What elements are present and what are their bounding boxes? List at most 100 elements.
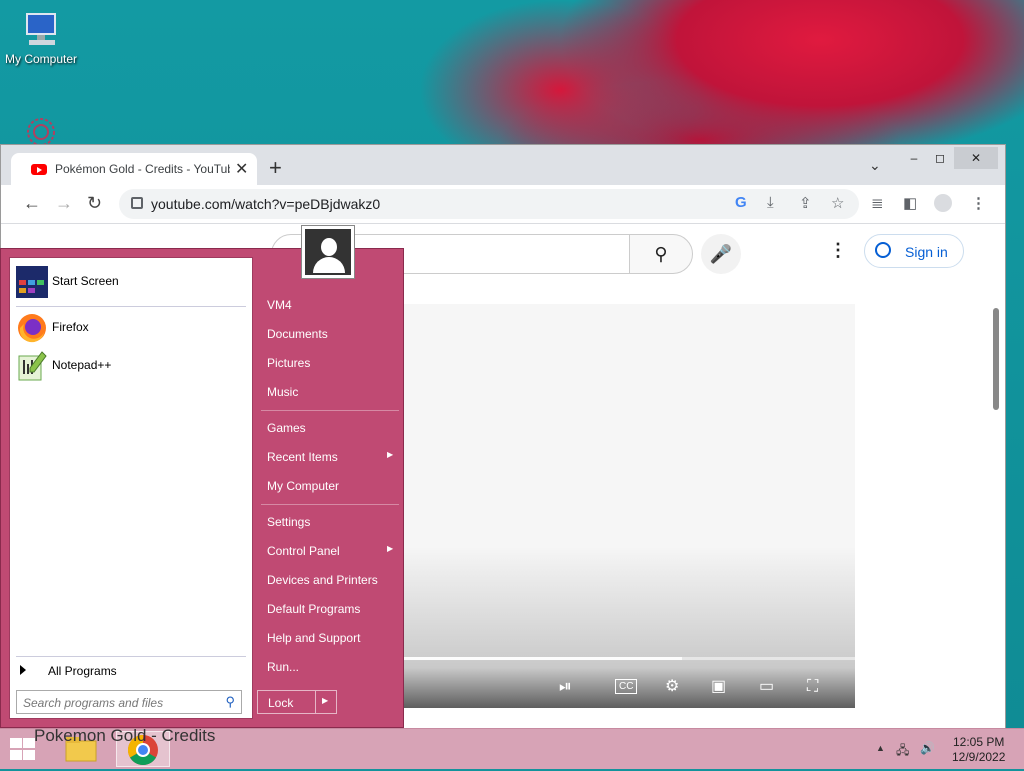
browser-toolbar: ← → ↻ youtube.com/watch?v=peDBjdwakz0 G … [1,185,1005,224]
windows-logo-icon [10,738,22,748]
back-arrow-icon[interactable]: ← [23,193,41,214]
close-window-button[interactable]: ✕ [954,147,998,169]
start-link-devices-and-printers[interactable]: Devices and Printers [267,573,378,587]
start-link-settings[interactable]: Settings [267,515,310,529]
links-separator [261,410,399,411]
start-link-label: Default Programs [267,602,361,616]
minimize-button[interactable]: – [901,147,927,169]
start-link-label: Pictures [267,356,311,370]
lock-split-divider [315,691,316,713]
notepad-plus-plus-icon [16,350,48,382]
start-link-control-panel[interactable]: Control Panel ▶ [267,544,397,558]
forward-arrow-icon[interactable]: → [55,193,73,214]
tab-search-chevron-icon[interactable]: ⌄ [869,157,881,174]
lock-button[interactable]: Lock ▶ [257,690,337,714]
tab-strip: Pokémon Gold - Credits - YouTube ✕ + ⌄ –… [1,145,1005,185]
start-link-my-computer[interactable]: My Computer [267,479,339,493]
volume-icon[interactable]: 🔊 [920,741,935,755]
start-link-label: Devices and Printers [267,573,378,587]
video-progress-bar[interactable] [401,657,855,660]
start-link-run[interactable]: Run... [267,660,299,674]
start-link-label: Documents [267,327,328,341]
maximize-button[interactable]: ◻ [929,147,951,169]
fullscreen-icon[interactable]: ⛶ [807,678,818,696]
page-scrollbar[interactable] [993,308,999,410]
background-window-title: Pokemon Gold - Credits [34,726,216,745]
video-player[interactable]: ⏯ CC ⚙ ▣ ▭ ⛶ [401,304,855,708]
all-programs-button[interactable]: All Programs [20,664,117,678]
start-menu-item-label: Firefox [52,320,89,334]
side-panel-icon[interactable]: ◧ [903,194,917,212]
reload-icon[interactable]: ↻ [87,193,102,214]
start-menu-programs-pane: Start Screen Firefox Notepad++ All Progr… [9,257,253,719]
firefox-icon [16,312,48,344]
start-link-vm4[interactable]: VM4 [267,298,292,312]
account-icon [875,242,891,258]
new-tab-button[interactable]: + [269,155,282,181]
start-link-label: Run... [267,660,300,674]
sign-in-button[interactable]: Sign in [864,234,964,268]
user-avatar-icon [305,229,351,275]
start-menu-item-label: Notepad++ [52,358,112,372]
start-menu-item-start-screen[interactable]: Start Screen [14,264,248,300]
pinned-separator [16,306,246,307]
show-hidden-icons-icon[interactable]: ▲ [876,743,885,753]
browser-tab[interactable]: Pokémon Gold - Credits - YouTube ✕ [11,153,257,185]
tab-title: Pokémon Gold - Credits - YouTube [55,162,230,176]
lock-label: Lock [268,696,294,710]
lock-options-arrow-icon[interactable]: ▶ [322,696,328,705]
start-link-recent-items[interactable]: Recent Items ▶ [267,450,397,464]
start-screen-icon [16,266,48,298]
google-lens-icon[interactable]: G [735,194,747,211]
reading-list-icon[interactable]: ≣ [871,194,884,212]
start-link-label: VM4 [267,298,292,312]
youtube-favicon-icon [31,164,47,175]
microphone-icon[interactable]: 🎤 [701,234,741,274]
start-menu: Start Screen Firefox Notepad++ All Progr… [0,225,404,728]
captions-icon[interactable]: CC [615,679,638,694]
start-button[interactable] [8,737,36,761]
profile-avatar-icon[interactable] [934,194,952,212]
computer-icon [21,10,61,50]
bookmark-star-icon[interactable]: ☆ [831,194,844,212]
start-link-pictures[interactable]: Pictures [267,356,310,370]
tab-close-icon[interactable]: ✕ [235,159,248,179]
all-programs-label: All Programs [48,664,117,678]
youtube-search-button[interactable]: ⚲ [629,234,693,274]
start-search-input[interactable]: Search programs and files ⚲ [16,690,242,714]
chrome-menu-icon[interactable]: ⋮ [971,194,986,212]
start-menu-item-firefox[interactable]: Firefox [14,310,248,346]
start-menu-item-label: Start Screen [52,274,119,288]
miniplayer-icon[interactable]: ▣ [711,676,726,696]
start-menu-item-notepad-plus-plus[interactable]: Notepad++ [14,348,248,384]
desktop-icon-my-computer[interactable]: My Computer [0,10,82,66]
all-programs-separator [16,656,246,657]
start-link-label: Games [267,421,306,435]
start-link-music[interactable]: Music [267,385,298,399]
share-icon[interactable]: ⇪ [799,194,812,212]
search-icon: ⚲ [225,694,235,709]
start-link-label: Recent Items [267,450,338,464]
settings-gear-icon[interactable]: ⚙ [665,676,679,696]
search-placeholder: Search programs and files [23,696,164,710]
start-link-games[interactable]: Games [267,421,306,435]
install-icon[interactable]: ⤓ [767,194,774,211]
clock-time: 12:05 PM [953,735,1005,749]
start-link-label: Help and Support [267,631,361,645]
clock[interactable]: 12:05 PM 12/9/2022 [952,735,1005,765]
start-link-default-programs[interactable]: Default Programs [267,602,360,616]
search-icon: ⚲ [654,244,668,264]
address-bar[interactable]: youtube.com/watch?v=peDBjdwakz0 G ⤓ ⇪ ☆ [119,189,859,219]
links-separator [261,504,399,505]
user-picture[interactable] [301,225,355,279]
sign-in-label: Sign in [905,244,948,260]
video-progress-fill [401,657,683,660]
autoplay-toggle-icon[interactable]: ⏯ [559,678,572,696]
start-link-documents[interactable]: Documents [267,327,328,341]
start-link-label: My Computer [267,479,340,493]
start-link-help-and-support[interactable]: Help and Support [267,631,360,645]
start-link-label: Control Panel [267,544,340,558]
network-icon[interactable]: 🖧 [896,741,909,762]
theater-mode-icon[interactable]: ▭ [759,676,774,696]
youtube-more-icon[interactable]: ⋮ [829,240,847,261]
